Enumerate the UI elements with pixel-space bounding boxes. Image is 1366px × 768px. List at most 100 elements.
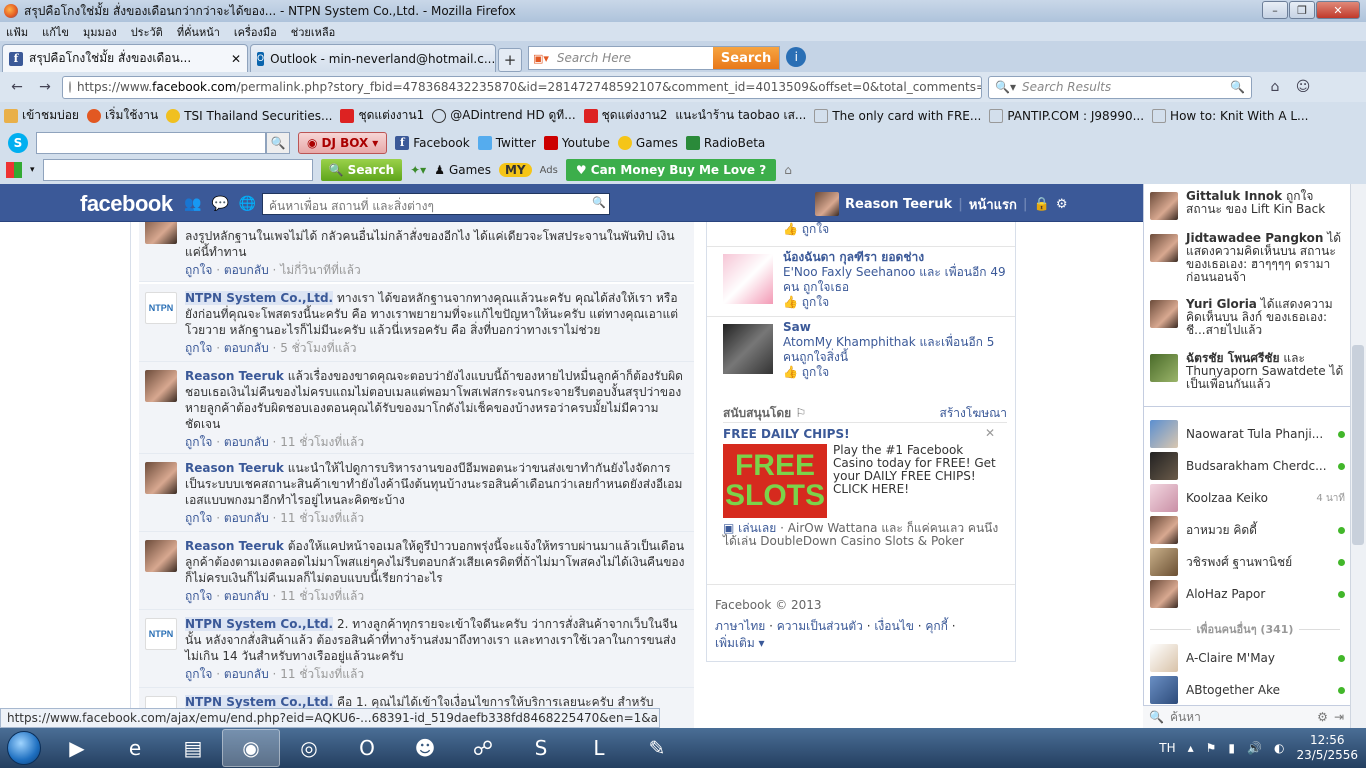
chat-options-icon[interactable]: ⚙ xyxy=(1317,710,1328,724)
reply-link[interactable]: ตอบกลับ xyxy=(224,341,269,355)
like-link[interactable]: ถูกใจ xyxy=(185,263,212,277)
bookmark-tsi[interactable]: TSI Thailand Securities... xyxy=(166,108,332,123)
menu-bookmarks[interactable]: ที่คั่นหน้า xyxy=(177,23,220,41)
my-icon[interactable]: MY xyxy=(498,163,532,177)
line-icon[interactable]: L xyxy=(570,729,628,767)
footer-cookies-link[interactable]: คุกกี้ xyxy=(925,619,948,633)
commenter-name[interactable]: NTPN System Co.,Ltd. xyxy=(185,291,334,305)
footer-terms-link[interactable]: เงื่อนไข xyxy=(874,619,914,633)
page-name[interactable]: น้องฉันดา กุลฑีรา ยอดช่าง xyxy=(783,250,1013,265)
fb-search-input[interactable]: ค้นหาเพื่อน สถานที่ และสิ่งต่างๆ xyxy=(262,193,610,215)
reply-link[interactable]: ตอบกลับ xyxy=(224,435,269,449)
ad-image[interactable]: FREE SLOTS xyxy=(723,444,827,518)
skype-taskbar-icon[interactable]: S xyxy=(512,729,570,767)
bookmark-wedding1[interactable]: ชุดแต่งงาน1 xyxy=(340,106,424,125)
chat-friend[interactable]: อาหมวย คิดดี้ xyxy=(1150,516,1345,544)
commenter-name[interactable]: NTPN System Co.,Ltd. xyxy=(185,695,334,709)
close-button[interactable]: ✕ xyxy=(1316,1,1360,19)
firefox-taskbar-icon[interactable]: ◉ xyxy=(222,729,280,767)
menu-tools[interactable]: เครื่องมือ xyxy=(234,23,277,41)
toolbar-youtube-link[interactable]: Youtube xyxy=(543,135,610,150)
network-icon[interactable]: ☍ xyxy=(454,729,512,767)
footer-more-link[interactable]: เพิ่มเติม ▾ xyxy=(715,636,765,650)
like-link[interactable]: ถูกใจ xyxy=(185,511,212,525)
show-hidden-icons[interactable]: ▴ xyxy=(1188,741,1194,755)
ticker-item[interactable]: Gittaluk Innok ถูกใจสถานะ ของ Lift Kin B… xyxy=(1150,190,1345,226)
reply-link[interactable]: ตอบกลับ xyxy=(224,263,269,277)
home-link[interactable]: หน้าแรก xyxy=(969,194,1017,215)
search-icon[interactable]: 🔍 xyxy=(266,131,290,154)
commenter-name[interactable]: Reason Teeruk xyxy=(185,539,284,553)
toolbar-games-link[interactable]: Games xyxy=(617,135,678,150)
skype-icon[interactable]: S xyxy=(8,132,28,153)
network-status-icon[interactable]: ⚑ xyxy=(1206,741,1217,755)
bookmark-knit[interactable]: How to: Knit With A L... xyxy=(1152,108,1309,123)
close-tab-icon[interactable]: ✕ xyxy=(231,52,241,66)
bookmark-getting-started[interactable]: เริ่มใช้งาน xyxy=(86,106,158,125)
internet-explorer-icon[interactable]: e xyxy=(106,729,164,767)
menu-view[interactable]: มุมมอง xyxy=(83,23,117,41)
toolbar-search-input[interactable] xyxy=(36,131,266,154)
chat-friend[interactable]: Budsarakham Cherdc... xyxy=(1150,452,1345,480)
ticker-item[interactable]: ฉัตรชัย โพนศรีชัย และ Thunyaporn Sawatde… xyxy=(1150,352,1345,392)
friend-requests-icon[interactable]: 👥 xyxy=(184,196,201,212)
menu-history[interactable]: ประวัติ xyxy=(131,23,163,41)
menu-file[interactable]: แฟ้ม xyxy=(6,23,28,41)
like-link[interactable]: ถูกใจ xyxy=(185,589,212,603)
like-summary[interactable]: E'Noo Faxly Seehanoo และ เพื่อนอีก 49 คน… xyxy=(783,265,1013,295)
reply-link[interactable]: ตอบกลับ xyxy=(224,589,269,603)
puzzle-icon[interactable]: ✦▾ xyxy=(410,163,426,177)
like-link[interactable]: ถูกใจ xyxy=(185,341,212,355)
broom-icon[interactable]: ⌂ xyxy=(784,163,792,177)
commenter-avatar[interactable] xyxy=(145,462,177,494)
start-button[interactable] xyxy=(0,728,48,768)
browser-search-input[interactable]: 🔍▾ Search Results 🔍 xyxy=(988,75,1252,99)
forward-button[interactable]: → xyxy=(34,76,56,98)
media-player-icon[interactable]: ▶ xyxy=(48,729,106,767)
language-indicator[interactable]: TH xyxy=(1159,741,1175,755)
chat-friend[interactable]: A-Claire M'May xyxy=(1150,644,1345,672)
toolbar-radio-link[interactable]: RadioBeta xyxy=(685,135,765,150)
chat-friend[interactable]: วชิรพงศ์ ฐานพานิชย์ xyxy=(1150,548,1345,576)
chrome-icon[interactable]: ◎ xyxy=(280,729,338,767)
file-explorer-icon[interactable]: ▤ xyxy=(164,729,222,767)
minimize-button[interactable]: – xyxy=(1262,1,1288,19)
commenter-name[interactable]: NTPN System Co.,Ltd. xyxy=(185,617,334,631)
hide-sidebar-icon[interactable]: ⇥ xyxy=(1334,710,1344,724)
chat-search-input[interactable]: ค้นหา xyxy=(1170,708,1311,727)
like-link[interactable]: ถูกใจ xyxy=(185,435,212,449)
ad-body[interactable]: Play the #1 Facebook Casino today for FR… xyxy=(833,444,1005,496)
volume-icon[interactable]: 🔊 xyxy=(1247,741,1262,755)
menu-help[interactable]: ช่วยเหลือ xyxy=(291,23,335,41)
search-engine-icon[interactable]: ▣▾ xyxy=(529,52,553,65)
user-avatar[interactable] xyxy=(815,192,839,216)
chat-friend[interactable]: Naowarat Tula Phanji... xyxy=(1150,420,1345,448)
reply-link[interactable]: ตอบกลับ xyxy=(224,667,269,681)
search-widget-button[interactable]: Search xyxy=(712,47,780,69)
toolbar2-games-link[interactable]: ♟ Games xyxy=(434,163,491,177)
maximize-button[interactable]: ❐ xyxy=(1289,1,1315,19)
commenter-avatar[interactable] xyxy=(145,540,177,572)
bookmark-most-visited[interactable]: เข้าชมบ่อย xyxy=(4,106,79,125)
clock[interactable]: 12:56 23/5/2556 xyxy=(1296,733,1358,763)
fb-logo[interactable]: facebook xyxy=(80,191,173,217)
commenter-avatar[interactable] xyxy=(145,222,177,244)
tab-facebook[interactable]: f สรุปคือโกงใช่มั้ย สั่งของเดือน... ✕ xyxy=(2,44,248,72)
commenter-avatar[interactable]: NTPN xyxy=(145,292,177,324)
ticker-item[interactable]: Yuri Gloria ได้แสดงความคิดเห็นบน ลิงก์ ข… xyxy=(1150,298,1345,342)
messages-icon[interactable]: 💬 xyxy=(211,196,228,212)
page-name[interactable]: Saw xyxy=(783,320,1013,335)
page-thumbnail[interactable] xyxy=(723,254,773,304)
page-thumbnail[interactable] xyxy=(723,324,773,374)
footer-language-link[interactable]: ภาษาไทย xyxy=(715,619,765,633)
create-ad-link[interactable]: สร้างโฆษณา xyxy=(940,404,1008,423)
like-link[interactable]: 👍 ถูกใจ xyxy=(783,222,829,237)
toolbar-twitter-link[interactable]: Twitter xyxy=(477,135,536,150)
opera-icon[interactable]: O xyxy=(338,729,396,767)
chat-friend[interactable]: Koolzaa Keiko 4 นาที xyxy=(1150,484,1345,512)
tab-outlook[interactable]: O Outlook - min-neverland@hotmail.c... ✕ xyxy=(250,44,496,72)
home-icon[interactable]: ⌂ xyxy=(1264,76,1286,98)
bookmark-taobao[interactable]: แนะนำร้าน taobao เส... xyxy=(675,106,806,125)
like-link[interactable]: ถูกใจ xyxy=(185,667,212,681)
like-summary[interactable]: AtomMy Khamphithak และเพื่อนอีก 5 คนถูกใ… xyxy=(783,335,1013,365)
